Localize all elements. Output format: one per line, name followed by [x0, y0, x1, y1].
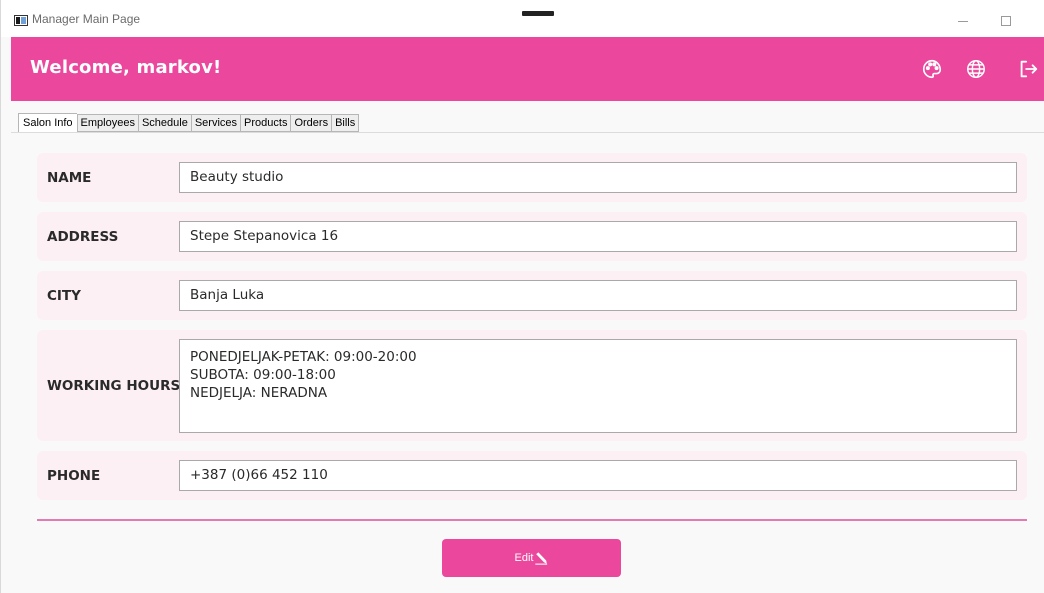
address-label: ADDRESS — [47, 229, 119, 245]
phone-row: PHONE +387 (0)66 452 110 — [37, 451, 1027, 500]
palette-icon[interactable] — [921, 58, 943, 80]
tab-employees[interactable]: Employees — [76, 114, 138, 132]
minimize-button[interactable] — [951, 9, 975, 33]
tab-orders[interactable]: Orders — [290, 114, 332, 132]
minimize-icon — [958, 21, 968, 22]
tab-products[interactable]: Products — [240, 114, 291, 132]
city-field[interactable]: Banja Luka — [179, 280, 1017, 311]
app-window: Manager Main Page Welcome, markov! Salon… — [0, 0, 1044, 593]
maximize-icon — [1001, 16, 1011, 26]
name-label: NAME — [47, 170, 92, 186]
phone-label: PHONE — [47, 468, 101, 484]
address-field[interactable]: Stepe Stepanovica 16 — [179, 221, 1017, 252]
drag-handle[interactable] — [522, 11, 554, 16]
address-row: ADDRESS Stepe Stepanovica 16 — [37, 212, 1027, 261]
welcome-message: Welcome, markov! — [30, 57, 222, 78]
logout-icon[interactable] — [1017, 58, 1039, 80]
app-icon — [14, 15, 28, 26]
working-hours-row: WORKING HOURS PONEDJELJAK-PETAK: 09:00-2… — [37, 330, 1027, 441]
tab-salon-info[interactable]: Salon Info — [18, 113, 77, 133]
name-field[interactable]: Beauty studio — [179, 162, 1017, 193]
tab-services[interactable]: Services — [190, 114, 241, 132]
title-bar[interactable]: Manager Main Page — [1, 0, 1044, 37]
phone-field[interactable]: +387 (0)66 452 110 — [179, 460, 1017, 491]
edit-button[interactable]: Edit — [442, 539, 621, 577]
city-label: CITY — [47, 288, 81, 304]
city-row: CITY Banja Luka — [37, 271, 1027, 320]
working-hours-field[interactable]: PONEDJELJAK-PETAK: 09:00-20:00 SUBOTA: 0… — [179, 339, 1017, 433]
window-title: Manager Main Page — [32, 12, 141, 26]
app-header: Welcome, markov! — [11, 37, 1044, 101]
pencil-icon — [534, 551, 548, 565]
edit-button-label: Edit — [514, 552, 534, 564]
maximize-button[interactable] — [994, 9, 1018, 33]
tab-bills[interactable]: Bills — [331, 114, 360, 132]
form-separator — [37, 519, 1027, 521]
tab-strip: Salon Info Employees Schedule Services P… — [18, 113, 360, 133]
tab-schedule[interactable]: Schedule — [137, 114, 191, 132]
globe-icon[interactable] — [965, 58, 987, 80]
tab-divider — [11, 132, 1044, 133]
working-hours-label: WORKING HOURS — [47, 378, 181, 394]
name-row: NAME Beauty studio — [37, 153, 1027, 202]
